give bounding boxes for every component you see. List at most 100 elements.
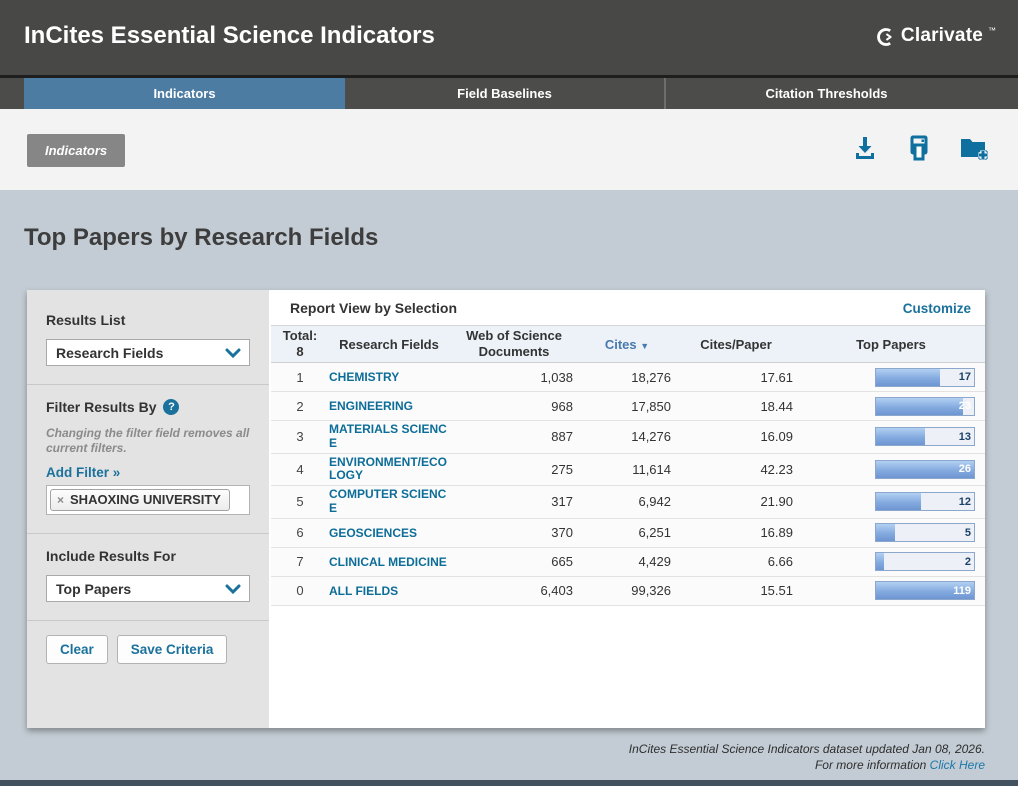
table-row: 7 CLINICAL MEDICINE 665 4,429 6.66 2 xyxy=(271,548,985,577)
top-papers-bar-fill xyxy=(876,493,921,510)
chevron-down-icon xyxy=(225,581,241,597)
research-field-link[interactable]: ALL FIELDS xyxy=(329,585,398,599)
column-wos-documents: Web of Science Documents xyxy=(449,328,579,361)
filter-tag: × SHAOXING UNIVERSITY xyxy=(50,489,230,511)
print-icon[interactable] xyxy=(904,133,934,163)
tab-citation-thresholds[interactable]: Citation Thresholds xyxy=(666,78,987,109)
filter-sidebar: Results List Research Fields Filter Resu… xyxy=(27,290,271,728)
cites-value: 17,850 xyxy=(579,399,675,414)
cites-per-paper-value: 18.44 xyxy=(675,399,797,414)
dataset-footer: InCites Essential Science Indicators dat… xyxy=(629,741,985,773)
top-papers-bar-fill xyxy=(876,428,925,445)
table-row: 6 GEOSCIENCES 370 6,251 16.89 5 xyxy=(271,519,985,548)
report-view-title: Report View by Selection xyxy=(290,300,457,316)
wos-documents-value: 6,403 xyxy=(449,583,579,598)
dataset-updated-text: InCites Essential Science Indicators dat… xyxy=(629,741,985,757)
filter-note: Changing the filter field removes all cu… xyxy=(46,426,250,456)
research-field-link[interactable]: ENVIRONMENT/ECOLOGY xyxy=(329,456,449,484)
results-list-select[interactable]: Research Fields xyxy=(46,339,250,366)
wos-documents-value: 370 xyxy=(449,525,579,540)
top-papers-value: 119 xyxy=(953,585,971,597)
clear-button[interactable]: Clear xyxy=(46,635,108,664)
research-field-link[interactable]: MATERIALS SCIENCE xyxy=(329,423,449,451)
research-field-link[interactable]: COMPUTER SCIENCE xyxy=(329,488,449,516)
page-title: Top Papers by Research Fields xyxy=(24,224,378,252)
cites-per-paper-value: 15.51 xyxy=(675,583,797,598)
cites-per-paper-value: 42.23 xyxy=(675,462,797,477)
chevron-down-icon xyxy=(225,345,241,361)
criteria-buttons-section: Clear Save Criteria xyxy=(27,620,269,682)
report-table-area: Report View by Selection Customize Total… xyxy=(271,290,985,728)
tab-field-baselines[interactable]: Field Baselines xyxy=(345,78,666,109)
row-rank: 6 xyxy=(271,525,329,540)
download-icon[interactable] xyxy=(850,133,880,163)
cites-per-paper-value: 17.61 xyxy=(675,370,797,385)
top-papers-bar: 12 xyxy=(875,492,975,511)
cites-value: 99,326 xyxy=(579,583,675,598)
research-field-link[interactable]: ENGINEERING xyxy=(329,400,413,414)
row-rank: 4 xyxy=(271,462,329,477)
top-papers-bar: 2 xyxy=(875,552,975,571)
wos-documents-value: 317 xyxy=(449,494,579,509)
remove-filter-icon[interactable]: × xyxy=(57,494,64,506)
results-list-selected: Research Fields xyxy=(56,345,163,361)
app-header: InCites Essential Science Indicators Cla… xyxy=(0,0,1018,75)
research-field-link[interactable]: CLINICAL MEDICINE xyxy=(329,556,447,570)
top-papers-bar: 5 xyxy=(875,523,975,542)
top-papers-bar: 26 xyxy=(875,460,975,479)
brand-trademark: ™ xyxy=(988,26,996,35)
wos-documents-value: 887 xyxy=(449,429,579,444)
research-field-link[interactable]: CHEMISTRY xyxy=(329,371,399,385)
bottom-strip xyxy=(0,780,1018,786)
top-papers-bar: 119 xyxy=(875,581,975,600)
top-papers-value: 17 xyxy=(959,371,971,383)
more-info-text: For more information xyxy=(815,758,926,772)
include-results-section: Include Results For Top Papers xyxy=(27,533,269,620)
top-papers-bar: 17 xyxy=(875,368,975,387)
click-here-link[interactable]: Click Here xyxy=(930,758,985,772)
toolbar-actions xyxy=(850,133,988,163)
sort-desc-icon: ▼ xyxy=(640,341,649,351)
top-papers-bar-fill xyxy=(876,524,895,541)
add-filter-link[interactable]: Add Filter » xyxy=(46,465,120,480)
help-icon[interactable]: ? xyxy=(163,399,179,415)
top-papers-bar-fill xyxy=(876,398,963,415)
table-row: 3 MATERIALS SCIENCE 887 14,276 16.09 13 xyxy=(271,421,985,454)
wos-documents-value: 275 xyxy=(449,462,579,477)
top-papers-bar: 13 xyxy=(875,427,975,446)
clarivate-logo: Clarivate ™ xyxy=(876,25,996,52)
row-rank: 5 xyxy=(271,494,329,509)
row-rank: 3 xyxy=(271,429,329,444)
table-row: 4 ENVIRONMENT/ECOLOGY 275 11,614 42.23 2… xyxy=(271,454,985,487)
cites-per-paper-value: 21.90 xyxy=(675,494,797,509)
column-cites-per-paper: Cites/Paper xyxy=(675,337,797,352)
cites-per-paper-value: 16.09 xyxy=(675,429,797,444)
folder-add-icon[interactable] xyxy=(958,133,988,163)
table-row: 2 ENGINEERING 968 17,850 18.44 23 xyxy=(271,392,985,421)
customize-link[interactable]: Customize xyxy=(903,301,971,316)
cites-value: 18,276 xyxy=(579,370,675,385)
top-papers-value: 2 xyxy=(965,556,971,568)
save-criteria-button[interactable]: Save Criteria xyxy=(117,635,228,664)
cites-value: 11,614 xyxy=(579,462,675,477)
active-filters-box: × SHAOXING UNIVERSITY xyxy=(46,485,250,515)
top-papers-bar-fill xyxy=(876,369,940,386)
column-cites-sortable[interactable]: Cites ▼ xyxy=(579,337,675,352)
clarivate-mark-icon xyxy=(876,27,896,52)
cites-per-paper-value: 16.89 xyxy=(675,525,797,540)
top-papers-value: 26 xyxy=(959,463,971,475)
research-field-link[interactable]: GEOSCIENCES xyxy=(329,527,417,541)
row-rank: 2 xyxy=(271,399,329,414)
tab-indicators[interactable]: Indicators xyxy=(24,78,345,109)
top-papers-value: 23 xyxy=(959,400,971,412)
row-rank: 7 xyxy=(271,554,329,569)
top-papers-value: 12 xyxy=(959,496,971,508)
main-tab-bar: Indicators Field Baselines Citation Thre… xyxy=(0,75,1018,109)
wos-documents-value: 968 xyxy=(449,399,579,414)
filter-tag-label: SHAOXING UNIVERSITY xyxy=(70,492,221,507)
cites-value: 6,942 xyxy=(579,494,675,509)
include-results-select[interactable]: Top Papers xyxy=(46,575,250,602)
cites-value: 4,429 xyxy=(579,554,675,569)
filter-results-label: Filter Results By xyxy=(46,399,156,415)
breadcrumb-indicators[interactable]: Indicators xyxy=(27,134,125,167)
